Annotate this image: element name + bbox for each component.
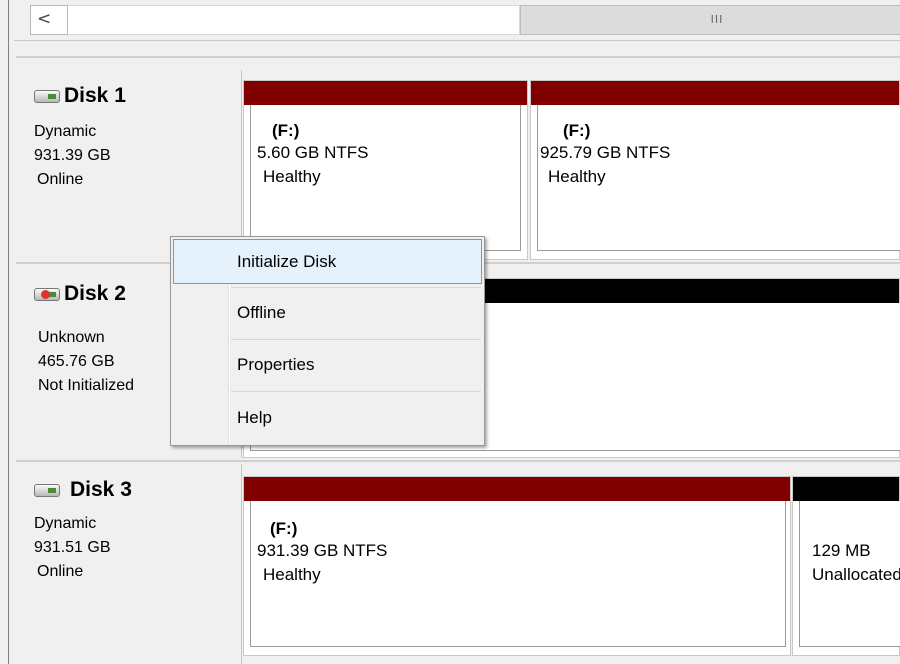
- window-border: [8, 0, 9, 664]
- volume-f-disk1-part1[interactable]: (F:) 5.60 GB NTFS Healthy: [243, 80, 528, 260]
- row-divider: [16, 460, 900, 462]
- disk-context-menu: Initialize Disk Offline Properties Help: [170, 236, 485, 446]
- disk-name: Disk 3: [70, 478, 132, 501]
- disk-type: Dynamic: [34, 515, 97, 532]
- disk-error-icon: [34, 287, 60, 301]
- volume-status: Healthy: [263, 167, 321, 186]
- scroll-left-button[interactable]: <: [30, 5, 68, 35]
- volume-status: Healthy: [548, 167, 606, 186]
- scrollbar-track[interactable]: [68, 5, 520, 35]
- menu-separator: [231, 391, 481, 392]
- disk-size: 931.39 GB: [34, 147, 111, 164]
- disk-name: Disk 1: [64, 84, 126, 107]
- disk-type: Unknown: [38, 329, 105, 346]
- menu-item-offline[interactable]: Offline: [173, 290, 482, 335]
- disk-3-label[interactable]: Disk 3 Dynamic 931.51 GB Online: [16, 464, 242, 664]
- hard-disk-icon: [34, 89, 60, 103]
- disk-1-label[interactable]: Disk 1 Dynamic 931.39 GB Online: [16, 70, 242, 260]
- volume-label: (F:): [272, 121, 300, 140]
- unallocated-color-bar: [793, 477, 899, 501]
- menu-item-help[interactable]: Help: [173, 395, 482, 440]
- volume-status: Healthy: [263, 565, 321, 584]
- volume-size: 5.60 GB NTFS: [257, 143, 369, 162]
- disk-type: Dynamic: [34, 123, 97, 140]
- menu-separator: [231, 287, 481, 288]
- volume-label: (F:): [270, 519, 298, 538]
- disk-size: 465.76 GB: [38, 353, 115, 370]
- volume-f-disk1-part2[interactable]: (F:) 925.79 GB NTFS Healthy: [530, 80, 900, 260]
- disk-name: Disk 2: [64, 282, 126, 305]
- chevron-left-icon: <: [37, 9, 52, 29]
- hard-disk-icon: [34, 483, 60, 497]
- unallocated-space-disk3[interactable]: 129 MB Unallocated: [792, 476, 900, 656]
- volume-size: 931.39 GB NTFS: [257, 541, 388, 560]
- menu-item-initialize-disk[interactable]: Initialize Disk: [173, 239, 482, 284]
- window-edge: [0, 0, 8, 664]
- volume-color-bar: [244, 477, 790, 501]
- disk-status: Not Initialized: [38, 377, 135, 394]
- volume-size: 925.79 GB NTFS: [540, 143, 671, 162]
- menu-item-properties[interactable]: Properties: [173, 342, 482, 387]
- disk-status: Online: [37, 563, 84, 580]
- horizontal-scrollbar[interactable]: < III: [14, 0, 900, 41]
- scrollbar-thumb[interactable]: III: [520, 5, 900, 35]
- volume-color-bar: [531, 81, 899, 105]
- row-divider: [16, 56, 900, 58]
- volume-label: (F:): [563, 121, 591, 140]
- menu-separator: [231, 339, 481, 340]
- volume-color-bar: [244, 81, 527, 105]
- grip-icon: III: [710, 13, 724, 26]
- unallocated-size: 129 MB: [812, 541, 871, 560]
- disk-status: Online: [37, 171, 84, 188]
- disk-size: 931.51 GB: [34, 539, 111, 556]
- volume-f-disk3[interactable]: (F:) 931.39 GB NTFS Healthy: [243, 476, 791, 656]
- unallocated-status: Unallocated: [812, 565, 900, 584]
